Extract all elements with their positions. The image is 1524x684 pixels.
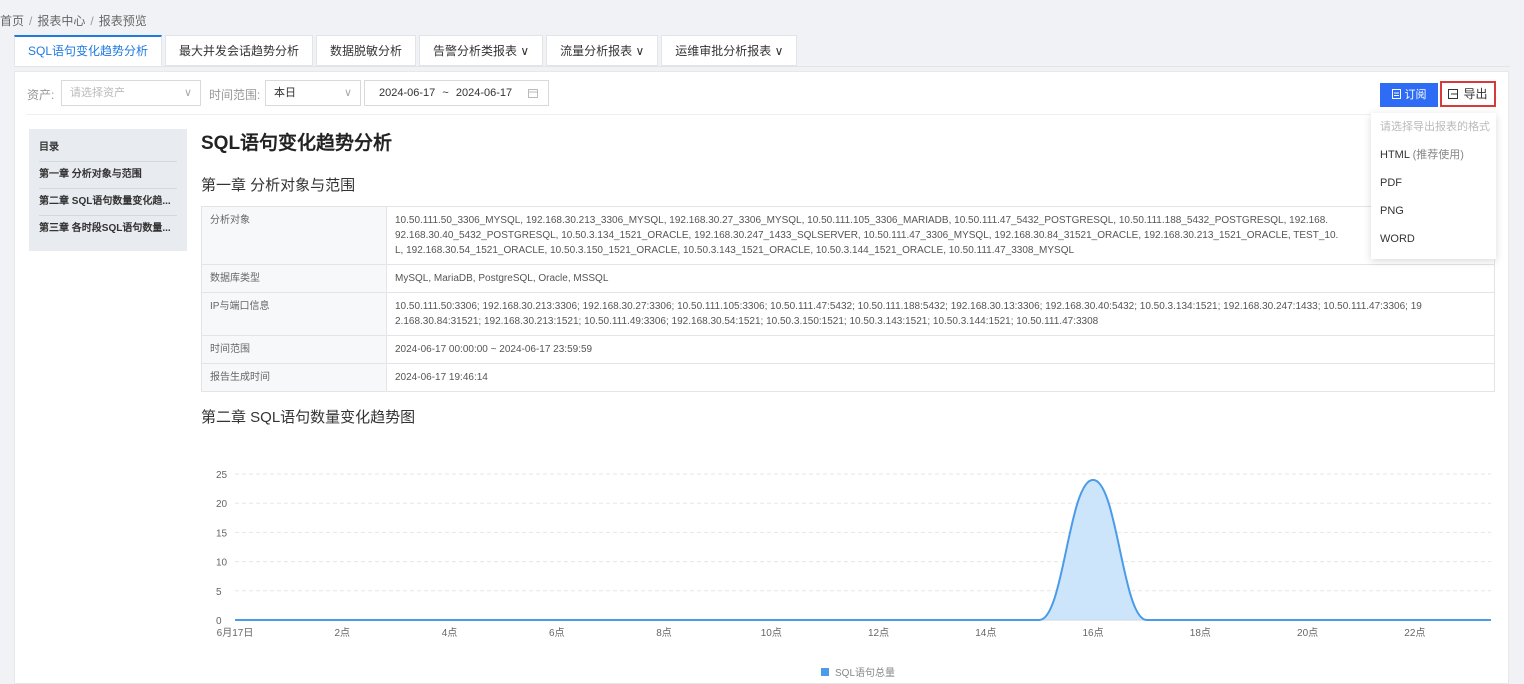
analysis-targets-line3: L, 192.168.30.54_1521_ORACLE, 10.50.3.15… xyxy=(395,245,1075,256)
row-key: 分析对象 xyxy=(201,206,387,265)
export-html-sub: (推荐使用) xyxy=(1412,149,1464,161)
time-range-label: 时间范围: xyxy=(209,88,261,102)
x-tick-label: 8点 xyxy=(656,627,672,639)
x-tick-label: 10点 xyxy=(761,627,782,639)
tab-sql-trend[interactable]: SQL语句变化趋势分析 xyxy=(14,35,163,66)
toc-title: 目录 xyxy=(39,135,177,162)
x-tick-label: 16点 xyxy=(1083,627,1104,639)
asset-label: 资产: xyxy=(27,88,55,102)
export-menu-hint: 请选择导出报表的格式 xyxy=(1380,121,1490,133)
breadcrumb-home[interactable]: 首页 xyxy=(0,14,24,28)
x-tick-label: 20点 xyxy=(1297,627,1318,639)
date-start: 2024-06-17 xyxy=(379,87,436,99)
breadcrumb: 首页 / 报表中心 / 报表预览 xyxy=(0,14,147,28)
export-pdf-option[interactable]: PDF xyxy=(1371,169,1496,197)
x-tick-label: 12点 xyxy=(868,627,889,639)
date-range-picker[interactable]: 2024-06-17 ~ 2024-06-17 xyxy=(364,80,549,106)
tab-max-concurrent-sessions[interactable]: 最大并发会话趋势分析 xyxy=(165,35,314,66)
tab-traffic-reports[interactable]: 流量分析报表 ∨ xyxy=(546,35,659,66)
row-key: IP与端口信息 xyxy=(201,292,387,336)
analysis-targets-line2: 92.168.30.40_5432_POSTGRESQL, 10.50.3.13… xyxy=(395,230,1339,241)
x-tick-label: 18点 xyxy=(1190,627,1211,639)
ip-port-line1: 10.50.111.50:3306; 192.168.30.213:3306; … xyxy=(395,301,1422,312)
table-row: 分析对象 10.50.111.50_3306_MYSQL, 192.168.30… xyxy=(201,206,1495,265)
table-row: IP与端口信息 10.50.111.50:3306; 192.168.30.21… xyxy=(201,292,1495,336)
chevron-down-icon: ∨ xyxy=(343,87,352,99)
tabs-divider xyxy=(14,66,1510,67)
row-key: 报告生成时间 xyxy=(201,363,387,392)
toc-item-chapter2[interactable]: 第二章 SQL语句数量变化趋... xyxy=(39,189,177,216)
row-key: 时间范围 xyxy=(201,335,387,364)
row-value: 2024-06-17 19:46:14 xyxy=(386,363,1495,392)
export-label: 导出 xyxy=(1463,87,1488,101)
date-separator: ~ xyxy=(442,87,449,99)
x-tick-label: 22点 xyxy=(1404,627,1425,639)
export-word-option[interactable]: WORD xyxy=(1371,225,1496,253)
series-line xyxy=(235,478,1491,621)
x-tick-label: 14点 xyxy=(975,627,996,639)
filter-divider xyxy=(27,114,1496,115)
report-title: SQL语句变化趋势分析 xyxy=(201,133,393,154)
tab-ops-approval-reports[interactable]: 运维审批分析报表 ∨ xyxy=(661,35,798,66)
x-tick-label: 6月17日 xyxy=(217,627,254,639)
tab-alert-reports[interactable]: 告警分析类报表 ∨ xyxy=(419,35,544,66)
y-tick-label: 25 xyxy=(216,470,228,481)
export-button[interactable]: 导出 xyxy=(1440,81,1496,107)
series-area xyxy=(235,479,1491,620)
page-edge xyxy=(1510,0,1524,684)
asset-placeholder: 请选择资产 xyxy=(70,87,125,99)
y-tick-label: 0 xyxy=(216,616,222,627)
analysis-scope-table: 分析对象 10.50.111.50_3306_MYSQL, 192.168.30… xyxy=(201,206,1495,392)
row-value: 10.50.111.50_3306_MYSQL, 192.168.30.213_… xyxy=(386,206,1495,265)
x-tick-label: 4点 xyxy=(442,627,458,639)
row-value: 10.50.111.50:3306; 192.168.30.213:3306; … xyxy=(386,292,1495,336)
chapter1-heading: 第一章 分析对象与范围 xyxy=(201,177,356,194)
chevron-down-icon: ∨ xyxy=(183,87,192,99)
report-tabs: SQL语句变化趋势分析 最大并发会话趋势分析 数据脱敏分析 告警分析类报表 ∨ … xyxy=(14,35,800,67)
analysis-targets-line1: 10.50.111.50_3306_MYSQL, 192.168.30.213_… xyxy=(395,215,1329,226)
x-tick-label: 2点 xyxy=(334,627,350,639)
subscribe-label: 订阅 xyxy=(1404,89,1427,101)
legend-swatch xyxy=(821,668,829,676)
y-tick-label: 15 xyxy=(216,528,228,539)
table-row: 数据库类型 MySQL, MariaDB, PostgreSQL, Oracle… xyxy=(201,264,1495,293)
toc-item-chapter3[interactable]: 第三章 各时段SQL语句数量... xyxy=(39,216,177,242)
table-row: 报告生成时间 2024-06-17 19:46:14 xyxy=(201,363,1495,392)
filter-bar: 资产: 请选择资产 ∨ 时间范围: 本日 ∨ 2024-06-17 ~ 2024… xyxy=(15,80,1508,107)
subscribe-button[interactable]: 订阅 xyxy=(1380,83,1438,107)
time-range-select[interactable]: 本日 ∨ xyxy=(265,80,361,106)
sql-trend-chart: 0 5 10 15 20 25 6月17日 2点 4点 6点 8点 10点 12点 14点 16点 18点 20… xyxy=(216,470,1491,679)
tab-data-masking[interactable]: 数据脱敏分析 xyxy=(316,35,417,66)
x-tick-label: 6点 xyxy=(549,627,565,639)
export-html-label: HTML xyxy=(1380,149,1410,161)
ip-port-line2: 2.168.30.84:31521; 192.168.30.213:1521; … xyxy=(395,316,1099,327)
time-range-value: 本日 xyxy=(274,87,296,99)
report-content: SQL语句变化趋势分析 第一章 分析对象与范围 分析对象 10.50.111.5… xyxy=(201,130,1496,428)
breadcrumb-report-center[interactable]: 报表中心 xyxy=(37,14,85,28)
legend-label: SQL语句总量 xyxy=(835,666,895,679)
row-key: 数据库类型 xyxy=(201,264,387,293)
document-icon xyxy=(1391,89,1401,99)
toc-item-chapter1[interactable]: 第一章 分析对象与范围 xyxy=(39,162,177,189)
row-value: 2024-06-17 00:00:00 ~ 2024-06-17 23:59:5… xyxy=(386,335,1495,364)
row-value: MySQL, MariaDB, PostgreSQL, Oracle, MSSQ… xyxy=(386,264,1495,293)
date-end: 2024-06-17 xyxy=(455,87,513,99)
export-html-option[interactable]: HTML (推荐使用) xyxy=(1371,141,1496,169)
chapter2-heading: 第二章 SQL语句数量变化趋势图 xyxy=(201,409,416,426)
y-tick-label: 5 xyxy=(216,587,222,598)
table-of-contents: 目录 第一章 分析对象与范围 第二章 SQL语句数量变化趋... 第三章 各时段… xyxy=(29,129,187,251)
export-icon xyxy=(1448,89,1459,99)
export-png-option[interactable]: PNG xyxy=(1371,197,1496,225)
report-panel: 资产: 请选择资产 ∨ 时间范围: 本日 ∨ 2024-06-17 ~ 2024… xyxy=(14,71,1509,684)
export-format-menu: 请选择导出报表的格式 HTML (推荐使用) PDF PNG WORD xyxy=(1371,113,1496,259)
y-tick-label: 10 xyxy=(216,558,228,569)
calendar-icon xyxy=(528,89,538,98)
breadcrumb-report-preview: 报表预览 xyxy=(98,14,147,28)
asset-select[interactable]: 请选择资产 ∨ xyxy=(61,80,201,106)
y-tick-label: 20 xyxy=(216,499,228,510)
table-row: 时间范围 2024-06-17 00:00:00 ~ 2024-06-17 23… xyxy=(201,335,1495,364)
